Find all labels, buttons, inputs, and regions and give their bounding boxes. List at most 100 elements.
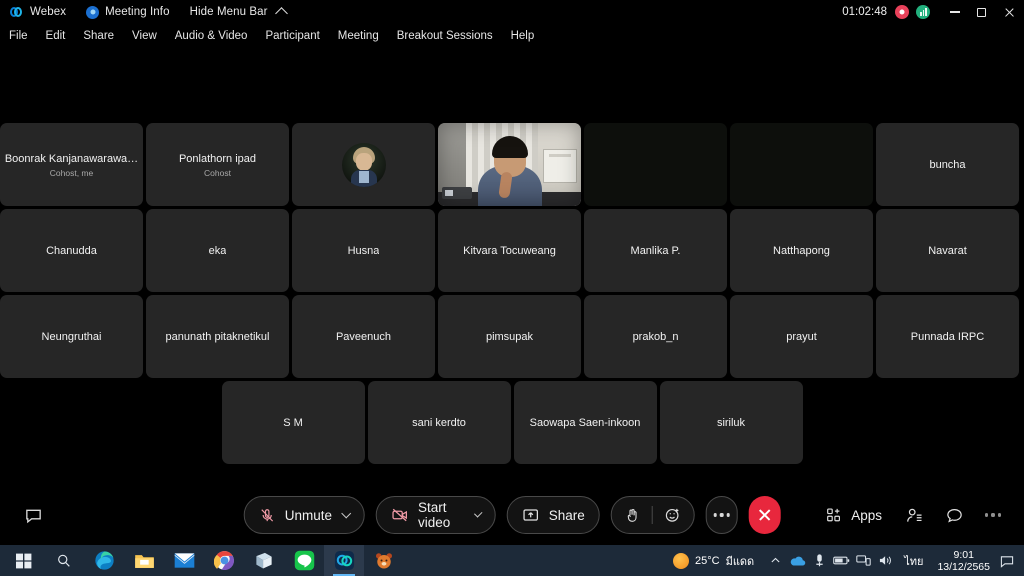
menu-share[interactable]: Share bbox=[74, 24, 123, 48]
network-icon[interactable] bbox=[852, 545, 874, 576]
clock[interactable]: 9:01 13/12/2565 bbox=[931, 549, 996, 573]
chrome-browser-icon[interactable] bbox=[204, 545, 244, 576]
search-icon[interactable] bbox=[44, 545, 84, 576]
menu-participant[interactable]: Participant bbox=[256, 24, 328, 48]
unmute-button[interactable]: Unmute bbox=[243, 496, 365, 534]
chat-panel-button[interactable] bbox=[936, 496, 972, 534]
start-video-button[interactable]: Start video bbox=[375, 496, 496, 534]
weather-widget[interactable]: 25°C มีแดด bbox=[672, 552, 754, 570]
participant-tile[interactable]: panunath pitaknetikul bbox=[146, 295, 289, 378]
title-bar-right: 01:02:48 bbox=[842, 0, 1024, 24]
maximize-button[interactable] bbox=[968, 0, 994, 24]
menu-help[interactable]: Help bbox=[502, 24, 544, 48]
windows-taskbar: 25°C มีแดด ไทย 9:01 13/12/2565 bbox=[0, 545, 1024, 576]
show-hidden-icons-chevron[interactable] bbox=[764, 545, 786, 576]
participant-tile-dark[interactable] bbox=[730, 123, 873, 206]
participant-name: panunath pitaknetikul bbox=[165, 330, 270, 343]
apps-button[interactable]: Apps bbox=[815, 496, 892, 534]
participant-name: sani kerdto bbox=[412, 416, 466, 429]
grid-row: Boonrak Kanjanawarawa… Cohost, me Ponlat… bbox=[0, 123, 1024, 206]
share-button[interactable]: Share bbox=[506, 496, 600, 534]
minimize-button[interactable] bbox=[942, 0, 968, 24]
participant-tile[interactable]: Natthapong bbox=[730, 209, 873, 292]
participant-tile[interactable]: prayut bbox=[730, 295, 873, 378]
participant-tile-avatar[interactable] bbox=[292, 123, 435, 206]
menu-meeting[interactable]: Meeting bbox=[329, 24, 388, 48]
participant-tile[interactable]: Saowapa Saen-inkoon bbox=[513, 381, 657, 464]
more-options-button[interactable] bbox=[705, 496, 738, 534]
participant-tile[interactable]: Ponlathorn ipad Cohost bbox=[146, 123, 289, 206]
participant-name: Navarat bbox=[928, 244, 967, 257]
line-app-icon[interactable] bbox=[284, 545, 324, 576]
participant-tile[interactable]: Paveenuch bbox=[292, 295, 435, 378]
participant-tile[interactable]: prakob_n bbox=[584, 295, 727, 378]
chat-bubble-icon[interactable] bbox=[18, 501, 48, 529]
participant-role: Cohost, me bbox=[49, 167, 94, 178]
participant-name: pimsupak bbox=[485, 330, 534, 343]
meeting-control-bar: Unmute Start video Share Apps bbox=[0, 485, 1024, 545]
sun-icon bbox=[672, 552, 689, 569]
participant-name: Husna bbox=[347, 244, 380, 257]
network-signal-icon[interactable] bbox=[916, 5, 930, 19]
record-indicator-icon[interactable] bbox=[895, 5, 909, 19]
raise-hand-icon[interactable] bbox=[624, 507, 641, 524]
participant-name: Boonrak Kanjanawarawa… bbox=[4, 152, 139, 165]
participant-tile[interactable]: S M bbox=[221, 381, 365, 464]
participant-name: siriluk bbox=[716, 416, 746, 429]
participant-tile[interactable]: Navarat bbox=[876, 209, 1019, 292]
participant-tile[interactable]: Husna bbox=[292, 209, 435, 292]
participant-tile-dark[interactable] bbox=[584, 123, 727, 206]
participant-name: Kitvara Tocuweang bbox=[463, 244, 556, 257]
participant-tile[interactable]: Neungruthai bbox=[0, 295, 143, 378]
onedrive-icon[interactable] bbox=[786, 545, 808, 576]
menu-view[interactable]: View bbox=[123, 24, 166, 48]
menu-bar: File Edit Share View Audio & Video Parti… bbox=[0, 24, 1024, 48]
close-button[interactable] bbox=[994, 0, 1024, 24]
mail-icon[interactable] bbox=[164, 545, 204, 576]
file-explorer-icon[interactable] bbox=[124, 545, 164, 576]
menu-file[interactable]: File bbox=[0, 24, 37, 48]
volume-icon[interactable] bbox=[874, 545, 896, 576]
grid-row: S M sani kerdto Saowapa Saen-inkoon siri… bbox=[0, 381, 1024, 464]
participant-tile[interactable]: pimsupak bbox=[438, 295, 581, 378]
participant-tile[interactable]: eka bbox=[146, 209, 289, 292]
notification-center-icon[interactable] bbox=[996, 545, 1018, 576]
webex-app-icon[interactable] bbox=[324, 545, 364, 576]
participant-tile-video[interactable] bbox=[438, 123, 581, 206]
microsoft-store-icon[interactable] bbox=[244, 545, 284, 576]
participant-tile[interactable]: Kitvara Tocuweang bbox=[438, 209, 581, 292]
participant-name: Natthapong bbox=[773, 244, 830, 257]
menu-edit[interactable]: Edit bbox=[37, 24, 75, 48]
leave-meeting-icon bbox=[758, 508, 772, 522]
language-indicator[interactable]: ไทย bbox=[896, 552, 931, 570]
more-panels-button[interactable] bbox=[976, 496, 1010, 534]
participants-button[interactable] bbox=[896, 496, 932, 534]
chevron-down-icon[interactable] bbox=[341, 508, 352, 519]
participant-tile[interactable]: Chanudda bbox=[0, 209, 143, 292]
more-options-icon bbox=[713, 513, 730, 517]
edge-browser-icon[interactable] bbox=[84, 545, 124, 576]
participant-tile[interactable]: sani kerdto bbox=[367, 381, 511, 464]
emoji-reaction-icon[interactable] bbox=[664, 506, 682, 524]
chevron-down-icon[interactable] bbox=[473, 509, 483, 518]
menu-breakout-sessions[interactable]: Breakout Sessions bbox=[388, 24, 502, 48]
participant-tile[interactable]: siriluk bbox=[659, 381, 803, 464]
participant-tile[interactable]: Boonrak Kanjanawarawa… Cohost, me bbox=[0, 123, 143, 206]
participant-name: Saowapa Saen-inkoon bbox=[529, 416, 641, 429]
participant-tile[interactable]: buncha bbox=[876, 123, 1019, 206]
participant-tile[interactable]: Punnada IRPC bbox=[876, 295, 1019, 378]
share-label: Share bbox=[548, 507, 585, 523]
menu-audio-video[interactable]: Audio & Video bbox=[166, 24, 257, 48]
bear-app-icon[interactable] bbox=[364, 545, 404, 576]
participant-name: Punnada IRPC bbox=[910, 330, 985, 343]
meeting-info-button[interactable]: Meeting Info bbox=[76, 0, 180, 24]
hide-menu-bar-button[interactable]: Hide Menu Bar bbox=[180, 0, 296, 24]
participant-name: Neungruthai bbox=[41, 330, 102, 343]
windows-start-icon[interactable] bbox=[4, 545, 44, 576]
grid-row: Chanudda eka Husna Kitvara Tocuweang Man… bbox=[0, 209, 1024, 292]
usb-device-icon[interactable] bbox=[808, 545, 830, 576]
leave-meeting-button[interactable] bbox=[748, 496, 781, 534]
battery-icon[interactable] bbox=[830, 545, 852, 576]
participant-tile[interactable]: Manlika P. bbox=[584, 209, 727, 292]
microphone-muted-icon bbox=[259, 507, 276, 524]
